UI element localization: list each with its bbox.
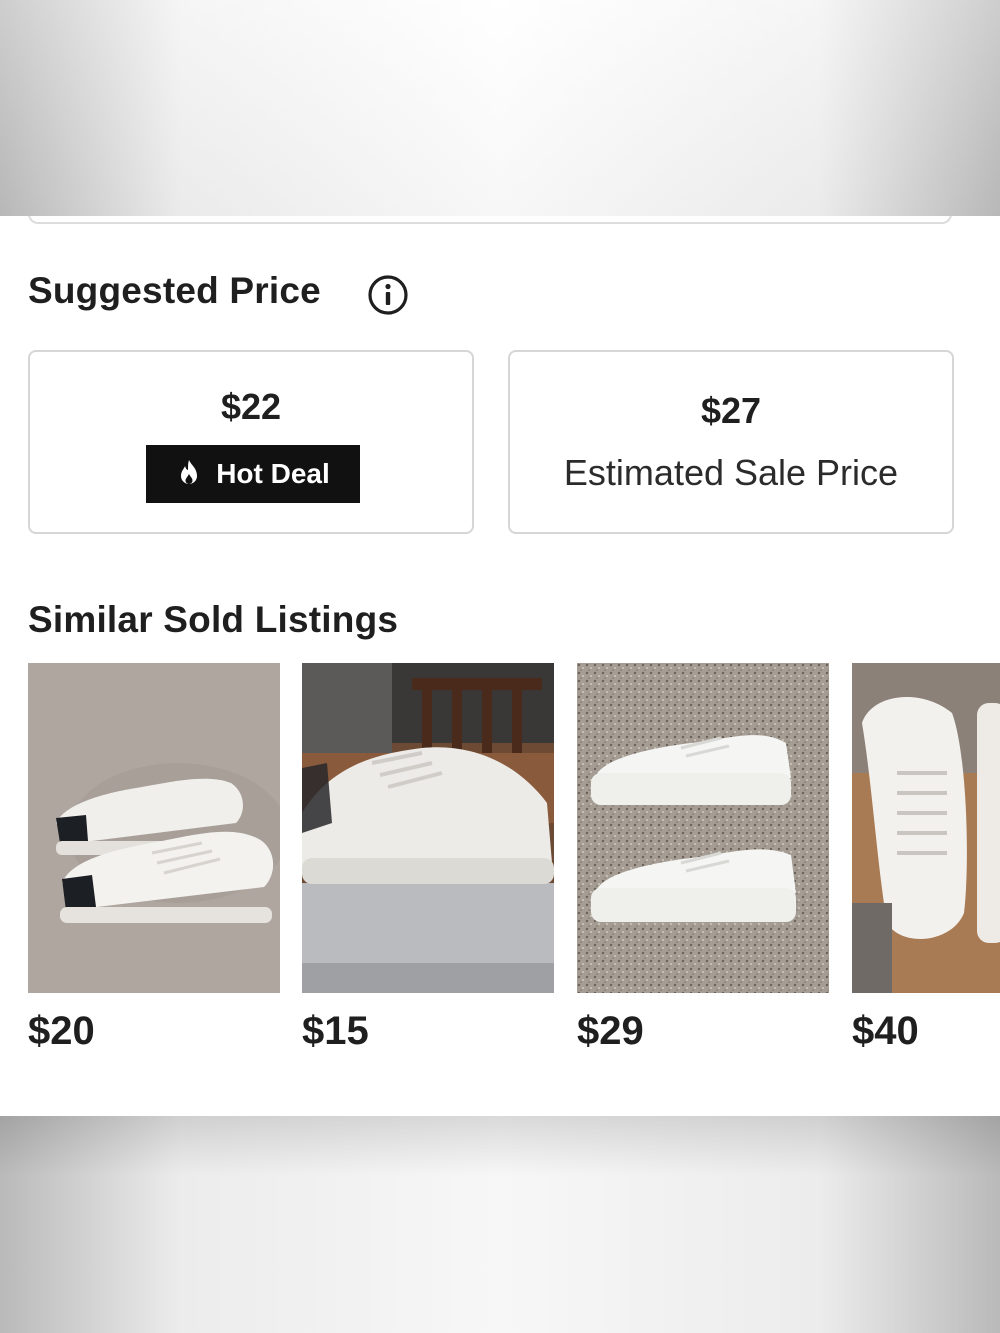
sneaker-photo <box>302 663 554 993</box>
previous-card-edge <box>28 216 952 224</box>
listing-photo[interactable] <box>28 663 280 993</box>
listing-photo[interactable] <box>852 663 1000 993</box>
similar-sold-listings-title: Similar Sold Listings <box>28 599 399 640</box>
sneaker-photo <box>577 663 829 993</box>
pricing-panel: Suggested Price $22 Hot Deal $27 Estimat… <box>0 216 1000 1116</box>
listing-price: $15 <box>302 1009 369 1053</box>
suggested-price-title: Suggested Price <box>28 270 321 311</box>
hot-deal-label: Hot Deal <box>216 458 330 489</box>
estimated-sale-price-label: Estimated Sale Price <box>563 452 899 493</box>
listing-price: $29 <box>577 1009 644 1053</box>
sold-listing-card[interactable]: $20 <box>28 663 280 1063</box>
sold-listing-card[interactable]: $29 <box>577 663 829 1063</box>
fire-icon <box>181 460 198 484</box>
listing-photo[interactable] <box>577 663 829 993</box>
estimated-price-option[interactable]: $27 Estimated Sale Price <box>508 350 954 534</box>
blurred-bottom-background <box>0 1116 1000 1333</box>
blurred-top-background <box>0 0 1000 216</box>
hot-deal-price-option[interactable]: $22 Hot Deal <box>28 350 474 534</box>
listing-price: $20 <box>28 1009 95 1053</box>
hot-deal-badge: Hot Deal <box>146 445 360 503</box>
estimated-price-value: $27 <box>700 390 762 431</box>
sneaker-photo <box>28 663 280 993</box>
hot-deal-price-value: $22 <box>220 386 282 427</box>
info-icon[interactable] <box>366 273 410 317</box>
listing-photo[interactable] <box>302 663 554 993</box>
sold-listing-card[interactable]: $40 <box>852 663 1000 1063</box>
sold-listing-card[interactable]: $15 <box>302 663 554 1063</box>
sneaker-photo <box>852 663 1000 993</box>
listing-price: $40 <box>852 1009 919 1053</box>
